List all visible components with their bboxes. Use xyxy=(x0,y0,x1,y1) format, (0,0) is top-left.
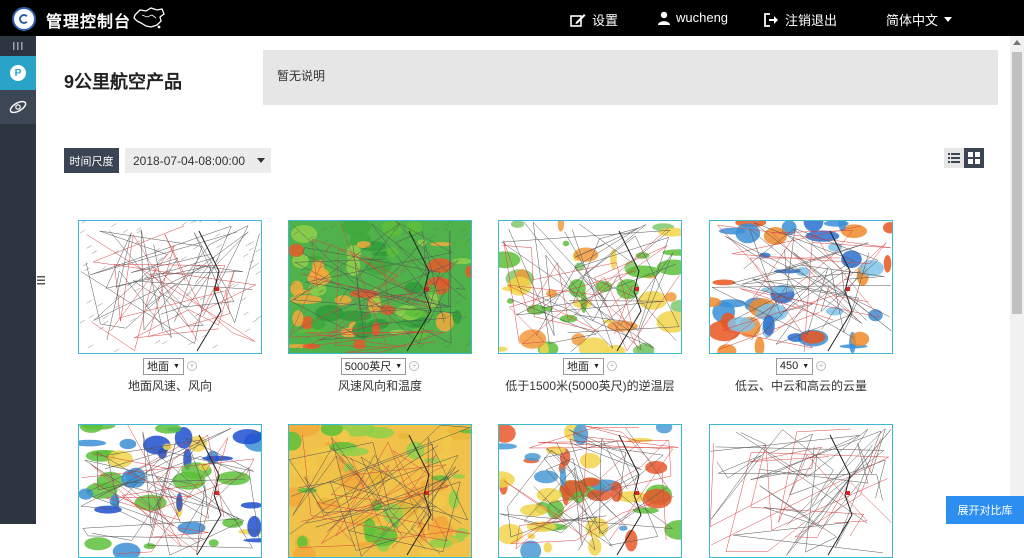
product-thumbnail[interactable] xyxy=(498,220,682,354)
weather-map-image xyxy=(289,221,471,353)
grid-icon xyxy=(968,152,980,164)
compare-library-button[interactable]: 展开对比库 xyxy=(946,496,1024,524)
logout-label: 注销退出 xyxy=(785,10,837,29)
caret-down-icon: ▼ xyxy=(802,363,809,370)
product-p-icon: P xyxy=(10,65,26,81)
list-view-button[interactable] xyxy=(944,148,964,168)
logout-icon xyxy=(764,13,779,27)
level-select[interactable]: 地面▼ xyxy=(143,358,184,375)
settings-label: 设置 xyxy=(592,10,618,29)
weather-map-image xyxy=(499,221,681,353)
product-thumbnail[interactable] xyxy=(709,220,893,354)
weather-map-image xyxy=(710,221,892,353)
weather-map-image xyxy=(79,221,261,353)
add-compare-icon[interactable]: + xyxy=(187,361,197,371)
user-menu[interactable]: wucheng xyxy=(658,10,728,25)
add-compare-icon[interactable]: + xyxy=(816,361,826,371)
level-select[interactable]: 450▼ xyxy=(776,358,813,375)
sidebar-item-product[interactable]: P xyxy=(0,56,36,90)
scroll-up-icon[interactable] xyxy=(1013,40,1021,45)
level-select[interactable]: 5000英尺▼ xyxy=(341,358,406,375)
weather-map-image xyxy=(710,425,892,557)
user-icon xyxy=(658,11,670,25)
language-label: 简体中文 xyxy=(886,10,938,29)
time-scale-label: 时间尺度 xyxy=(64,148,119,173)
caret-down-icon: ▼ xyxy=(395,363,402,370)
page-title: 9公里航空产品 xyxy=(64,68,182,94)
weather-map-image xyxy=(289,425,471,557)
product-caption: 低于1500米(5000英尺)的逆温层 xyxy=(468,377,712,394)
sidebar-item-satellite[interactable] xyxy=(0,90,36,124)
product-thumbnail[interactable] xyxy=(78,220,262,354)
product-thumbnail[interactable] xyxy=(288,220,472,354)
product-controls: 5000英尺▼ + xyxy=(288,357,472,375)
language-dropdown[interactable]: 简体中文 xyxy=(886,10,952,29)
sidebar-toggle-icon[interactable] xyxy=(0,36,36,56)
weather-map-image xyxy=(499,425,681,557)
app-title: 管理控制台 xyxy=(46,8,131,32)
time-select[interactable]: 2018-07-04-08:00:00 xyxy=(125,148,271,173)
settings-link[interactable]: 设置 xyxy=(570,10,618,29)
description-box: 暂无说明 xyxy=(263,50,998,105)
product-caption: 风速风向和温度 xyxy=(258,377,502,394)
caret-down-icon: ▼ xyxy=(593,363,600,370)
logo-icon xyxy=(12,7,36,31)
logout-link[interactable]: 注销退出 xyxy=(764,10,837,29)
product-thumbnail[interactable] xyxy=(709,424,893,558)
list-icon xyxy=(948,153,960,163)
product-controls: 地面▼ + xyxy=(78,357,262,375)
caret-down-icon xyxy=(257,158,265,163)
edit-icon xyxy=(570,13,586,27)
expand-handle-icon[interactable] xyxy=(37,274,45,288)
add-compare-icon[interactable]: + xyxy=(409,361,419,371)
product-thumbnail[interactable] xyxy=(288,424,472,558)
product-controls: 地面▼ + xyxy=(498,357,682,375)
product-caption: 低云、中云和高云的云量 xyxy=(679,377,923,394)
add-compare-icon[interactable]: + xyxy=(607,361,617,371)
product-caption: 地面风速、风向 xyxy=(48,377,292,394)
weather-map-image xyxy=(79,425,261,557)
caret-down-icon xyxy=(944,17,952,22)
sidebar: P xyxy=(0,36,36,524)
product-thumbnail[interactable] xyxy=(498,424,682,558)
top-bar: 管理控制台 设置 wucheng 注销退出 简体中文 xyxy=(0,0,1024,36)
china-map-icon xyxy=(132,6,166,30)
scrollbar[interactable] xyxy=(1010,36,1024,524)
time-value: 2018-07-04-08:00:00 xyxy=(133,154,245,168)
orbit-icon xyxy=(8,99,28,115)
product-controls: 450▼ + xyxy=(709,357,893,375)
scroll-thumb[interactable] xyxy=(1012,52,1022,314)
product-thumbnail[interactable] xyxy=(78,424,262,558)
caret-down-icon: ▼ xyxy=(173,363,180,370)
username: wucheng xyxy=(676,10,728,25)
level-select[interactable]: 地面▼ xyxy=(563,358,604,375)
grid-view-button[interactable] xyxy=(964,148,984,168)
description-text: 暂无说明 xyxy=(277,67,325,84)
